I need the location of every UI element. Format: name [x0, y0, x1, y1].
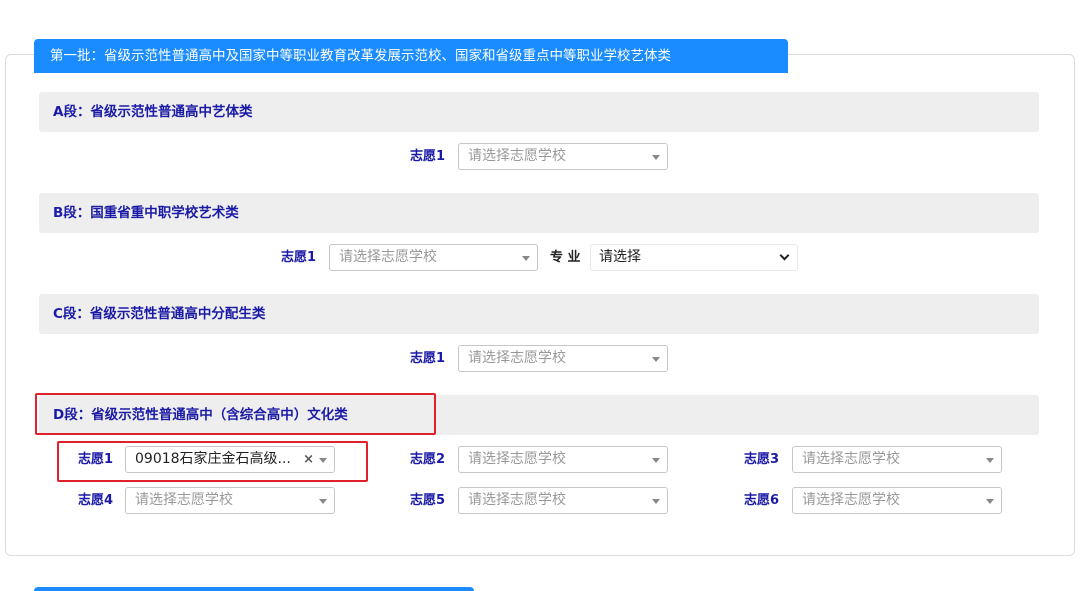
section-d-choice-3-placeholder: 请选择志愿学校	[802, 451, 900, 467]
dropdown-arrow-icon	[652, 458, 660, 463]
section-d-choice-3-select[interactable]: 请选择志愿学校	[792, 446, 1002, 473]
dropdown-arrow-icon	[652, 155, 660, 160]
section-b-choice-1-placeholder: 请选择志愿学校	[339, 249, 437, 265]
section-b-choice-1-label: 志愿1	[281, 250, 317, 265]
section-d-choice-4-select[interactable]: 请选择志愿学校	[125, 487, 335, 514]
section-d-choice-5-placeholder: 请选择志愿学校	[468, 492, 566, 508]
section-d-choice-2-placeholder: 请选择志愿学校	[468, 451, 566, 467]
dropdown-arrow-icon	[652, 357, 660, 362]
section-b-major-value: 请选择	[599, 249, 641, 265]
section-a-choice-1-label: 志愿1	[410, 149, 446, 164]
dropdown-arrow-icon	[652, 499, 660, 504]
section-d-choice-2-select[interactable]: 请选择志愿学校	[458, 446, 668, 473]
section-d-choice-5-label: 志愿5	[410, 493, 446, 508]
section-d-choice-2-label: 志愿2	[410, 452, 446, 467]
dropdown-arrow-icon	[986, 499, 994, 504]
dropdown-arrow-icon	[319, 499, 327, 504]
dropdown-arrow-icon	[986, 458, 994, 463]
dropdown-arrow-icon	[522, 256, 530, 261]
section-b-major-select[interactable]: 请选择	[590, 244, 798, 271]
section-c-header: C段：省级示范性普通高中分配生类	[39, 294, 1039, 334]
section-b-major-label: 专 业	[550, 250, 581, 265]
section-d-header-highlight	[35, 393, 436, 435]
section-a-choice-1-select[interactable]: 请选择志愿学校	[458, 143, 668, 170]
section-b-header: B段：国重省重中职学校艺术类	[39, 193, 1039, 233]
batch-title-tab[interactable]: 第一批：省级示范性普通高中及国家中等职业教育改革发展示范校、国家和省级重点中等职…	[34, 39, 788, 73]
section-a-choice-1-placeholder: 请选择志愿学校	[468, 148, 566, 164]
section-c-choice-1-label: 志愿1	[410, 351, 446, 366]
section-d-choice-6-label: 志愿6	[744, 493, 780, 508]
section-d-choice-1-highlight	[57, 441, 368, 482]
section-d-choice-3-label: 志愿3	[744, 452, 780, 467]
section-d-choice-4-label: 志愿4	[78, 493, 114, 508]
section-d-choice-4-placeholder: 请选择志愿学校	[135, 492, 233, 508]
section-c-choice-1-placeholder: 请选择志愿学校	[468, 350, 566, 366]
chevron-down-icon	[779, 250, 790, 261]
next-batch-tab[interactable]	[34, 587, 474, 591]
section-b-choice-1-select[interactable]: 请选择志愿学校	[329, 244, 538, 271]
section-d-choice-5-select[interactable]: 请选择志愿学校	[458, 487, 668, 514]
section-a-header: A段：省级示范性普通高中艺体类	[39, 92, 1039, 132]
section-c-choice-1-select[interactable]: 请选择志愿学校	[458, 345, 668, 372]
section-d-choice-6-select[interactable]: 请选择志愿学校	[792, 487, 1002, 514]
section-d-choice-6-placeholder: 请选择志愿学校	[802, 492, 900, 508]
